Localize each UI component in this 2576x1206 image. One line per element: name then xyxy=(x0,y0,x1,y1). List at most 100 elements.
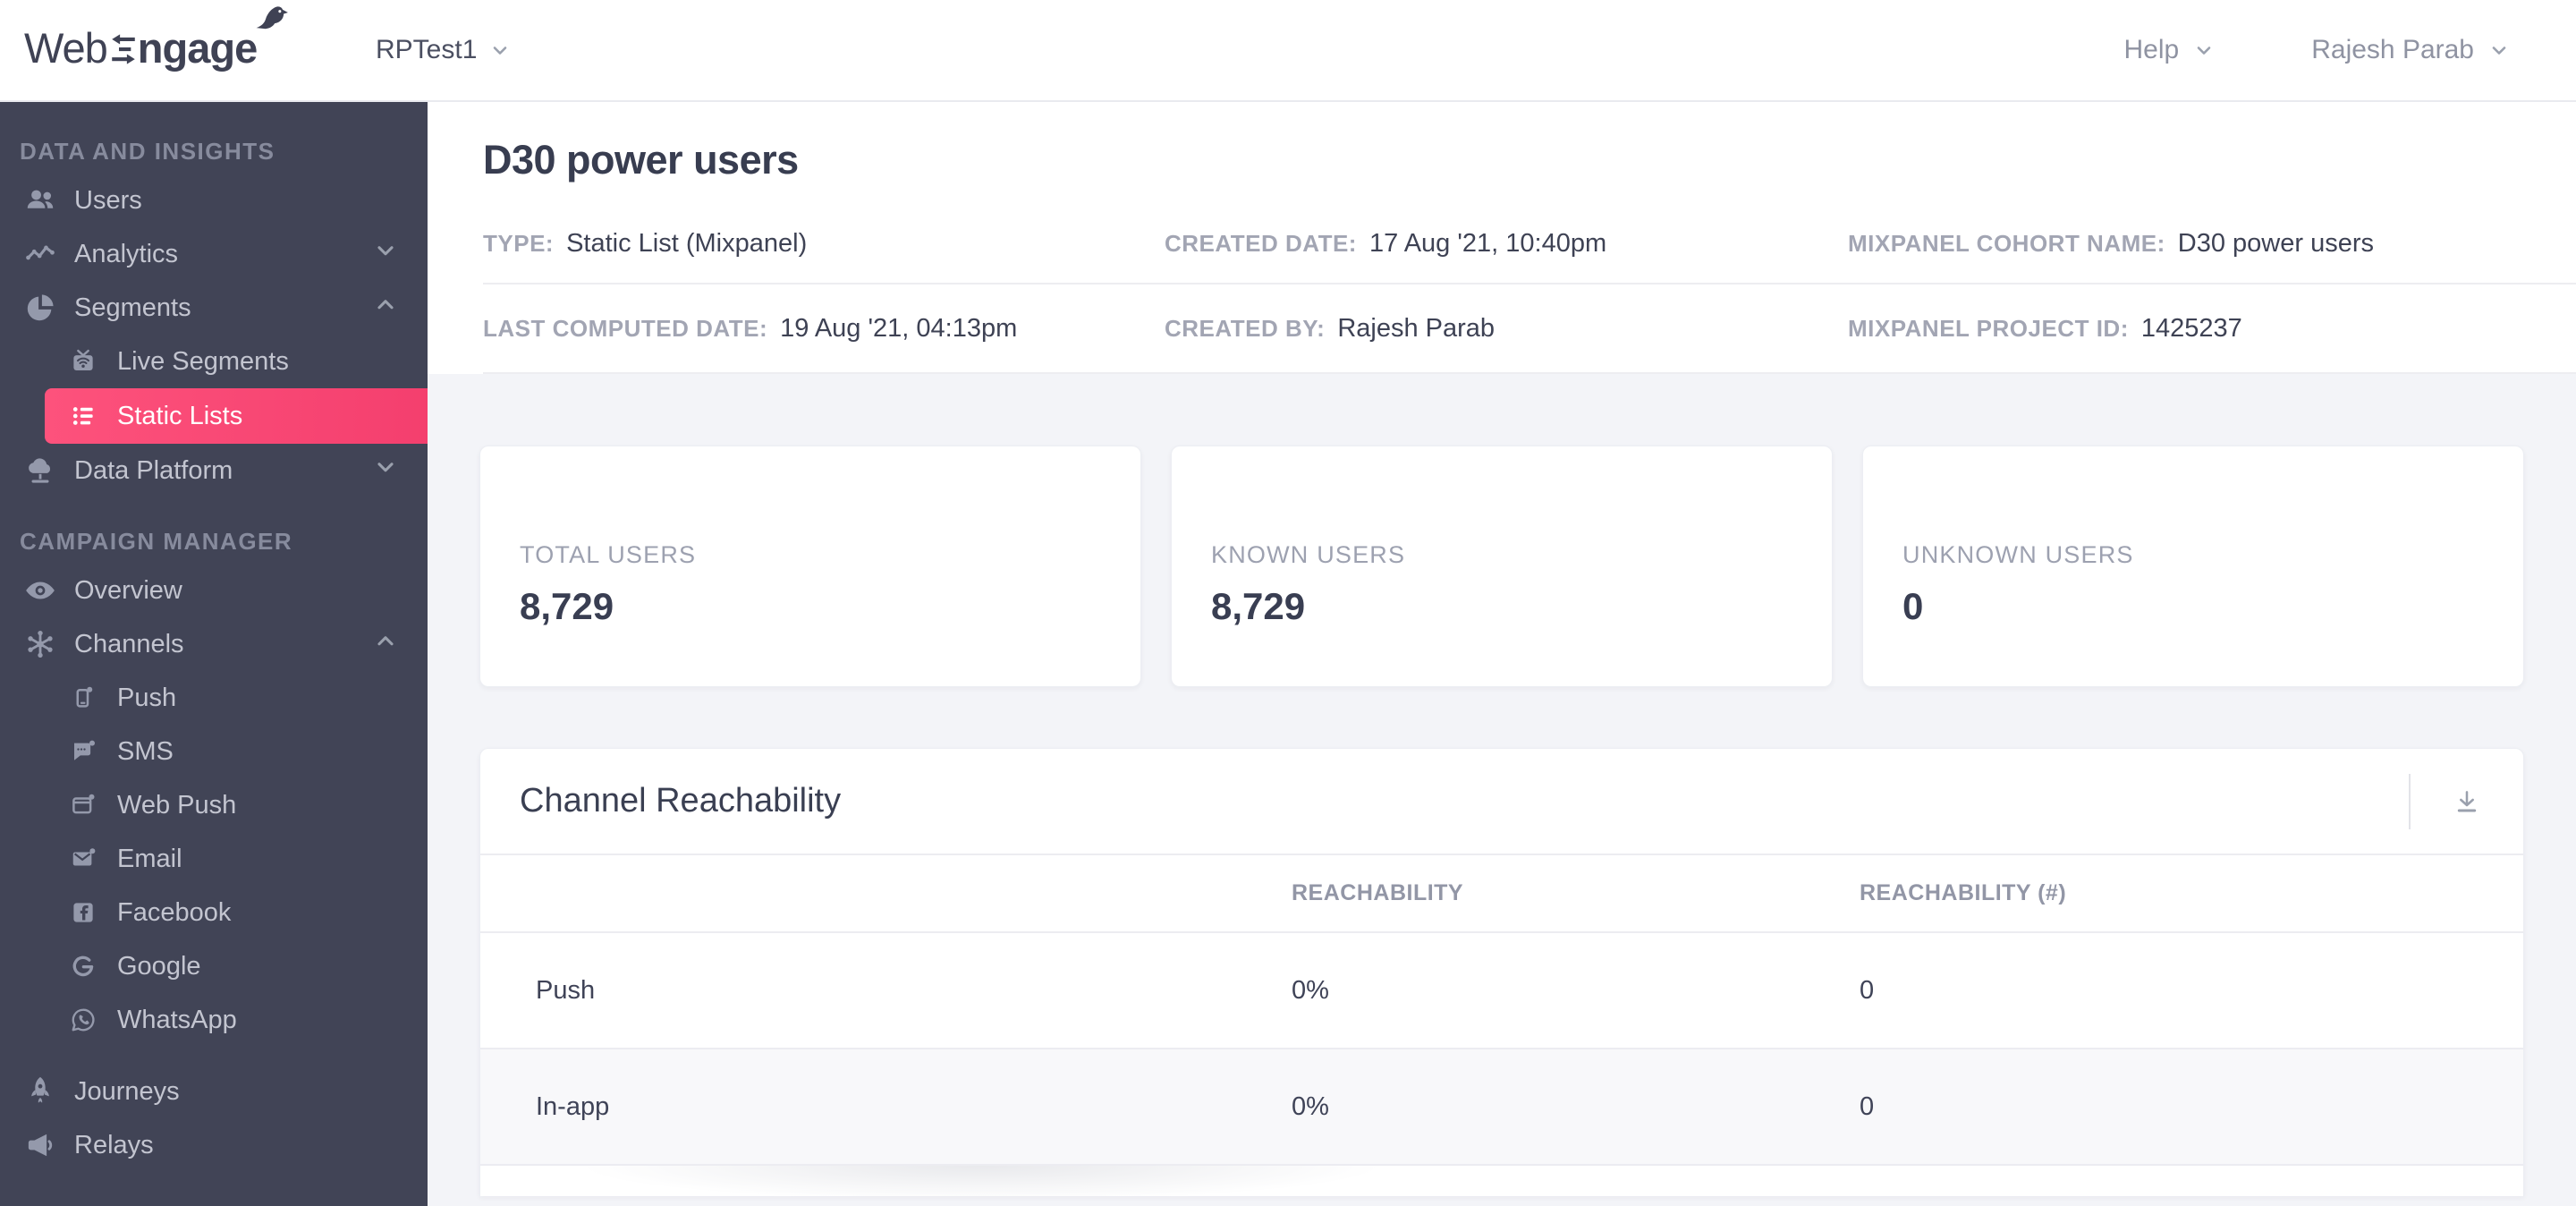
sidebar-item-google[interactable]: Google xyxy=(0,939,428,993)
sidebar-item-whatsapp[interactable]: WhatsApp xyxy=(0,993,428,1047)
column-reachability-: REACHABILITY (#) xyxy=(1860,880,2067,905)
channel-name: Push xyxy=(536,975,596,1005)
help-menu[interactable]: Help xyxy=(2124,35,2216,65)
column-reachability: REACHABILITY xyxy=(1292,880,1464,905)
page-title: D30 power users xyxy=(483,137,799,183)
page-header: D30 power users TYPE: Static List (Mixpan… xyxy=(428,102,2576,374)
chevron-down-icon[interactable] xyxy=(374,239,397,269)
chevron-up-icon[interactable] xyxy=(374,629,397,659)
email-icon xyxy=(69,840,97,878)
sidebar-item-label: Relays xyxy=(74,1130,154,1159)
journeys-icon xyxy=(21,1073,59,1110)
sidebar-item-label: Facebook xyxy=(117,897,232,927)
user-menu[interactable]: Rajesh Parab xyxy=(2311,35,2510,65)
sidebar-section-campaign-manager: CAMPAIGN MANAGER Overview Channels Push SMS W… xyxy=(0,497,428,1172)
analytics-icon xyxy=(21,235,59,273)
reachability-count: 0 xyxy=(1860,975,1875,1005)
meta-mixpanel-project-id: MIXPANEL PROJECT ID: 1425237 xyxy=(1848,314,2576,344)
meta-label: TYPE: xyxy=(483,229,555,257)
meta-last-computed-date: LAST COMPUTED DATE: 19 Aug '21, 04:13pm xyxy=(483,314,1165,344)
chevron-down-icon[interactable] xyxy=(374,455,397,486)
meta-value: Static List (Mixpanel) xyxy=(566,228,808,258)
stat-label: UNKNOWN USERS xyxy=(1902,541,2134,568)
webengage-logo[interactable]: Web ngage xyxy=(24,6,289,72)
channel-name: In-app xyxy=(536,1091,610,1121)
sms-icon xyxy=(69,733,97,770)
sidebar-item-web-push[interactable]: Web Push xyxy=(0,778,428,832)
sidebar-item-label: Live Segments xyxy=(117,346,289,376)
sidebar-item-label: SMS xyxy=(117,736,174,766)
sidebar: DATA AND INSIGHTS Users Analytics Segments L… xyxy=(0,102,428,1206)
stat-label: TOTAL USERS xyxy=(520,541,697,568)
sidebar-item-channels[interactable]: Channels xyxy=(0,617,428,671)
table-bottom-shadow xyxy=(480,1166,2523,1196)
sidebar-item-sms[interactable]: SMS xyxy=(0,725,428,778)
stat-label: KNOWN USERS xyxy=(1211,541,1406,568)
sidebar-item-push[interactable]: Push xyxy=(0,671,428,725)
meta-value: 17 Aug '21, 10:40pm xyxy=(1368,228,1607,258)
live-segments-icon xyxy=(69,343,97,380)
users-icon xyxy=(21,182,59,219)
sidebar-item-static-lists[interactable]: Static Lists xyxy=(45,388,428,444)
push-icon xyxy=(69,679,97,717)
sidebar-item-label: Data Platform xyxy=(74,455,233,485)
meta-created-date: CREATED DATE: 17 Aug '21, 10:40pm xyxy=(1165,229,1848,259)
meta-label: MIXPANEL COHORT NAME: xyxy=(1848,229,2165,257)
meta-created-by: CREATED BY: Rajesh Parab xyxy=(1165,314,1848,344)
chevron-up-icon[interactable] xyxy=(374,293,397,323)
sidebar-item-relays[interactable]: Relays xyxy=(0,1118,428,1172)
project-selector[interactable]: RPTest1 xyxy=(376,0,511,100)
topbar: Web ngage RPTest1 Help Rajesh Parab xyxy=(0,0,2576,102)
sidebar-section-title: CAMPAIGN MANAGER xyxy=(20,528,293,555)
sidebar-item-label: Static Lists xyxy=(117,401,243,430)
channel-reachability-title: Channel Reachability xyxy=(520,782,842,820)
stat-value: 8,729 xyxy=(520,585,614,627)
sidebar-item-data-platform[interactable]: Data Platform xyxy=(0,444,428,497)
google-icon xyxy=(69,947,97,985)
sidebar-item-label: Overview xyxy=(74,575,182,605)
meta-label: LAST COMPUTED DATE: xyxy=(483,314,768,342)
download-icon xyxy=(2457,790,2477,812)
sidebar-item-label: Users xyxy=(74,185,142,215)
content-area: TOTAL USERS 8,729 KNOWN USERS 8,729 UNKNOWN … xyxy=(428,374,2576,1206)
data-platform-icon xyxy=(21,452,59,489)
meta-row-1: TYPE: Static List (Mixpanel) CREATED DATE:… xyxy=(483,184,2576,285)
stat-card-known-users: KNOWN USERS 8,729 xyxy=(1171,446,1833,687)
overview-icon xyxy=(21,572,59,609)
reachability-value: 0% xyxy=(1292,975,1329,1005)
chevron-down-icon xyxy=(2492,47,2506,55)
whatsapp-icon xyxy=(69,1001,97,1039)
logo-bird-icon xyxy=(256,6,289,30)
sidebar-item-label: Google xyxy=(117,951,201,981)
table-row-push: Push 0% 0 xyxy=(480,933,2523,1049)
sidebar-item-segments[interactable]: Segments xyxy=(0,281,428,335)
chevron-down-icon xyxy=(494,47,507,55)
meta-label: MIXPANEL PROJECT ID: xyxy=(1848,314,2129,342)
stats-row: TOTAL USERS 8,729 KNOWN USERS 8,729 UNKNOWN … xyxy=(479,446,2524,687)
sidebar-item-journeys[interactable]: Journeys xyxy=(0,1065,428,1118)
meta-value: 1425237 xyxy=(2140,313,2242,343)
web-push-icon xyxy=(69,786,97,824)
sidebar-item-users[interactable]: Users xyxy=(0,174,428,227)
relays-icon xyxy=(21,1126,59,1164)
sidebar-item-label: Channels xyxy=(74,629,184,658)
sidebar-item-label: Analytics xyxy=(74,239,179,268)
help-label: Help xyxy=(2123,35,2180,64)
sidebar-item-facebook[interactable]: Facebook xyxy=(0,886,428,939)
table-row-in-app: In-app 0% 0 xyxy=(480,1049,2523,1166)
sidebar-item-email[interactable]: Email xyxy=(0,832,428,886)
channel-reachability-card: Channel Reachability REACHABILITY REACHAB… xyxy=(479,748,2524,1196)
project-name: RPTest1 xyxy=(376,35,478,64)
sidebar-item-live-segments[interactable]: Live Segments xyxy=(0,335,428,388)
sidebar-item-overview[interactable]: Overview xyxy=(0,564,428,617)
main-content: D30 power users TYPE: Static List (Mixpan… xyxy=(428,102,2576,1206)
reachability-count: 0 xyxy=(1860,1091,1875,1121)
static-lists-icon xyxy=(69,397,97,435)
stat-card-total-users: TOTAL USERS 8,729 xyxy=(479,446,1141,687)
stat-value: 0 xyxy=(1902,585,1924,627)
download-button[interactable] xyxy=(2442,777,2492,827)
sidebar-item-label: Journeys xyxy=(74,1076,180,1106)
sidebar-item-analytics[interactable]: Analytics xyxy=(0,227,428,281)
logo-e-arrows-icon xyxy=(112,33,135,64)
meta-type: TYPE: Static List (Mixpanel) xyxy=(483,229,1165,259)
